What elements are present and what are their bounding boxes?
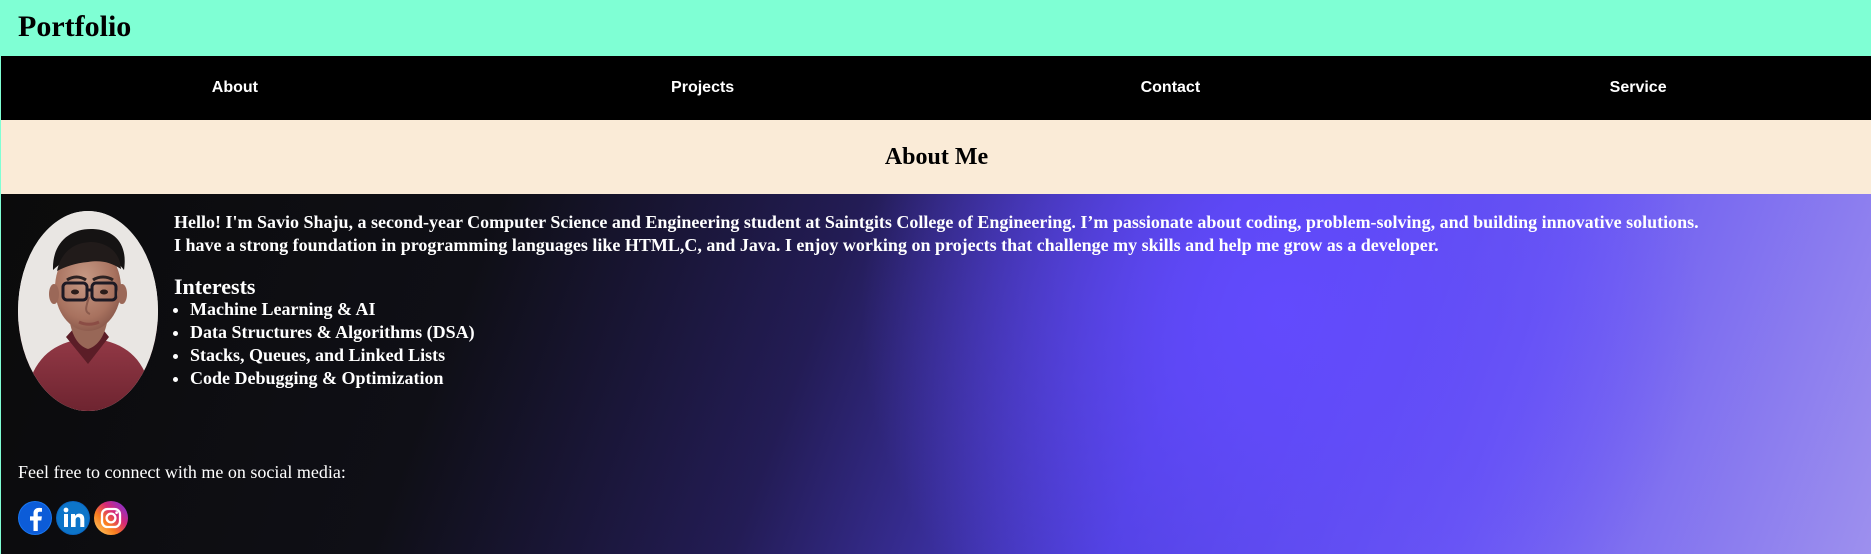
linkedin-icon — [56, 501, 90, 535]
nav-link-service[interactable]: Service — [1440, 78, 1837, 98]
profile-portrait-image — [18, 211, 158, 411]
portfolio-page: Portfolio About Projects Contact Service… — [0, 0, 1871, 554]
interest-item: Stacks, Queues, and Linked Lists — [190, 344, 475, 367]
instagram-icon — [94, 501, 128, 535]
about-panel: Hello! I'm Savio Shaju, a second-year Co… — [1, 194, 1871, 554]
nav-link-contact[interactable]: Contact — [972, 78, 1369, 98]
main-navigation: About Projects Contact Service — [1, 56, 1871, 120]
social-media-links — [17, 500, 129, 536]
nav-link-about[interactable]: About — [36, 78, 433, 98]
nav-link-projects[interactable]: Projects — [504, 78, 901, 98]
social-media-prompt: Feel free to connect with me on social m… — [18, 462, 346, 482]
interest-item: Data Structures & Algorithms (DSA) — [190, 321, 475, 344]
interest-item: Code Debugging & Optimization — [190, 367, 475, 390]
site-title: Portfolio — [18, 10, 132, 43]
facebook-icon — [18, 501, 52, 535]
intro-line: Hello! I'm Savio Shaju, a second-year Co… — [174, 212, 1699, 232]
interests-heading: Interests — [174, 274, 256, 299]
intro-line: I have a strong foundation in programmin… — [174, 235, 1439, 255]
facebook-icon[interactable] — [17, 500, 53, 536]
linkedin-icon[interactable] — [55, 500, 91, 536]
instagram-icon[interactable] — [93, 500, 129, 536]
about-section-header: About Me — [1, 120, 1871, 194]
profile-photo — [18, 211, 158, 411]
interest-item: Machine Learning & AI — [190, 298, 475, 321]
about-intro: Hello! I'm Savio Shaju, a second-year Co… — [174, 211, 1871, 257]
interests-list: Machine Learning & AI Data Structures & … — [174, 298, 475, 390]
about-section-title: About Me — [884, 144, 989, 170]
site-header: Portfolio — [1, 0, 1871, 56]
